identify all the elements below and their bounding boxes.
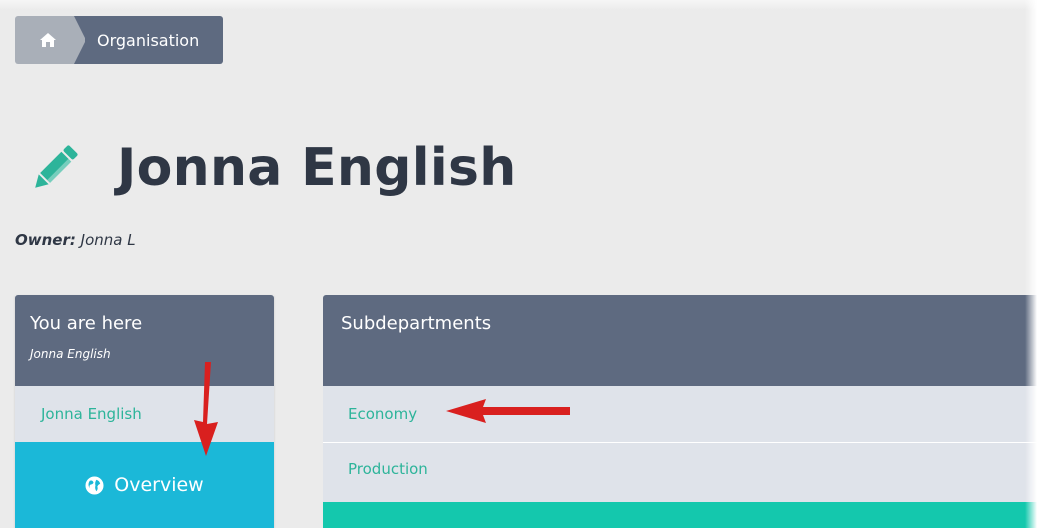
subdepartments-panel: Subdepartments Economy Production xyxy=(323,295,1037,528)
annotation-arrow-left-icon xyxy=(446,399,570,423)
owner-label: Owner: xyxy=(15,231,76,249)
subdepartments-title: Subdepartments xyxy=(341,313,492,334)
teal-action-bar[interactable] xyxy=(323,502,1037,528)
subdepartments-header: Subdepartments xyxy=(323,295,1037,386)
globe-icon xyxy=(85,475,104,495)
breadcrumb-label: Organisation xyxy=(97,30,200,50)
overview-button[interactable]: Overview xyxy=(15,442,274,528)
breadcrumb: Organisation xyxy=(15,16,224,64)
breadcrumb-home[interactable] xyxy=(15,16,86,64)
top-fade xyxy=(0,0,1037,10)
location-panel-title: You are here xyxy=(30,313,143,334)
location-link-row: Jonna English xyxy=(15,386,274,442)
location-panel-subtitle: Jonna English xyxy=(30,347,111,361)
subdepartment-production[interactable]: Production xyxy=(348,460,428,478)
breadcrumb-organisation[interactable]: Organisation xyxy=(85,16,224,64)
home-icon xyxy=(40,33,56,47)
pencil-icon[interactable] xyxy=(27,140,83,196)
owner-value: Jonna L xyxy=(80,231,136,249)
list-item[interactable]: Economy xyxy=(323,386,1037,443)
owner-line: Owner: Jonna L xyxy=(15,231,136,249)
page-header: Jonna English xyxy=(27,138,517,198)
annotation-arrow-down-icon xyxy=(194,362,218,456)
overview-label: Overview xyxy=(114,474,204,496)
location-panel-header: You are here Jonna English xyxy=(15,295,274,386)
subdepartment-economy[interactable]: Economy xyxy=(348,405,417,423)
location-panel: You are here Jonna English Jonna English… xyxy=(15,295,274,528)
page-title: Jonna English xyxy=(117,138,517,198)
list-item[interactable]: Production xyxy=(323,443,1037,502)
location-link[interactable]: Jonna English xyxy=(41,405,142,423)
